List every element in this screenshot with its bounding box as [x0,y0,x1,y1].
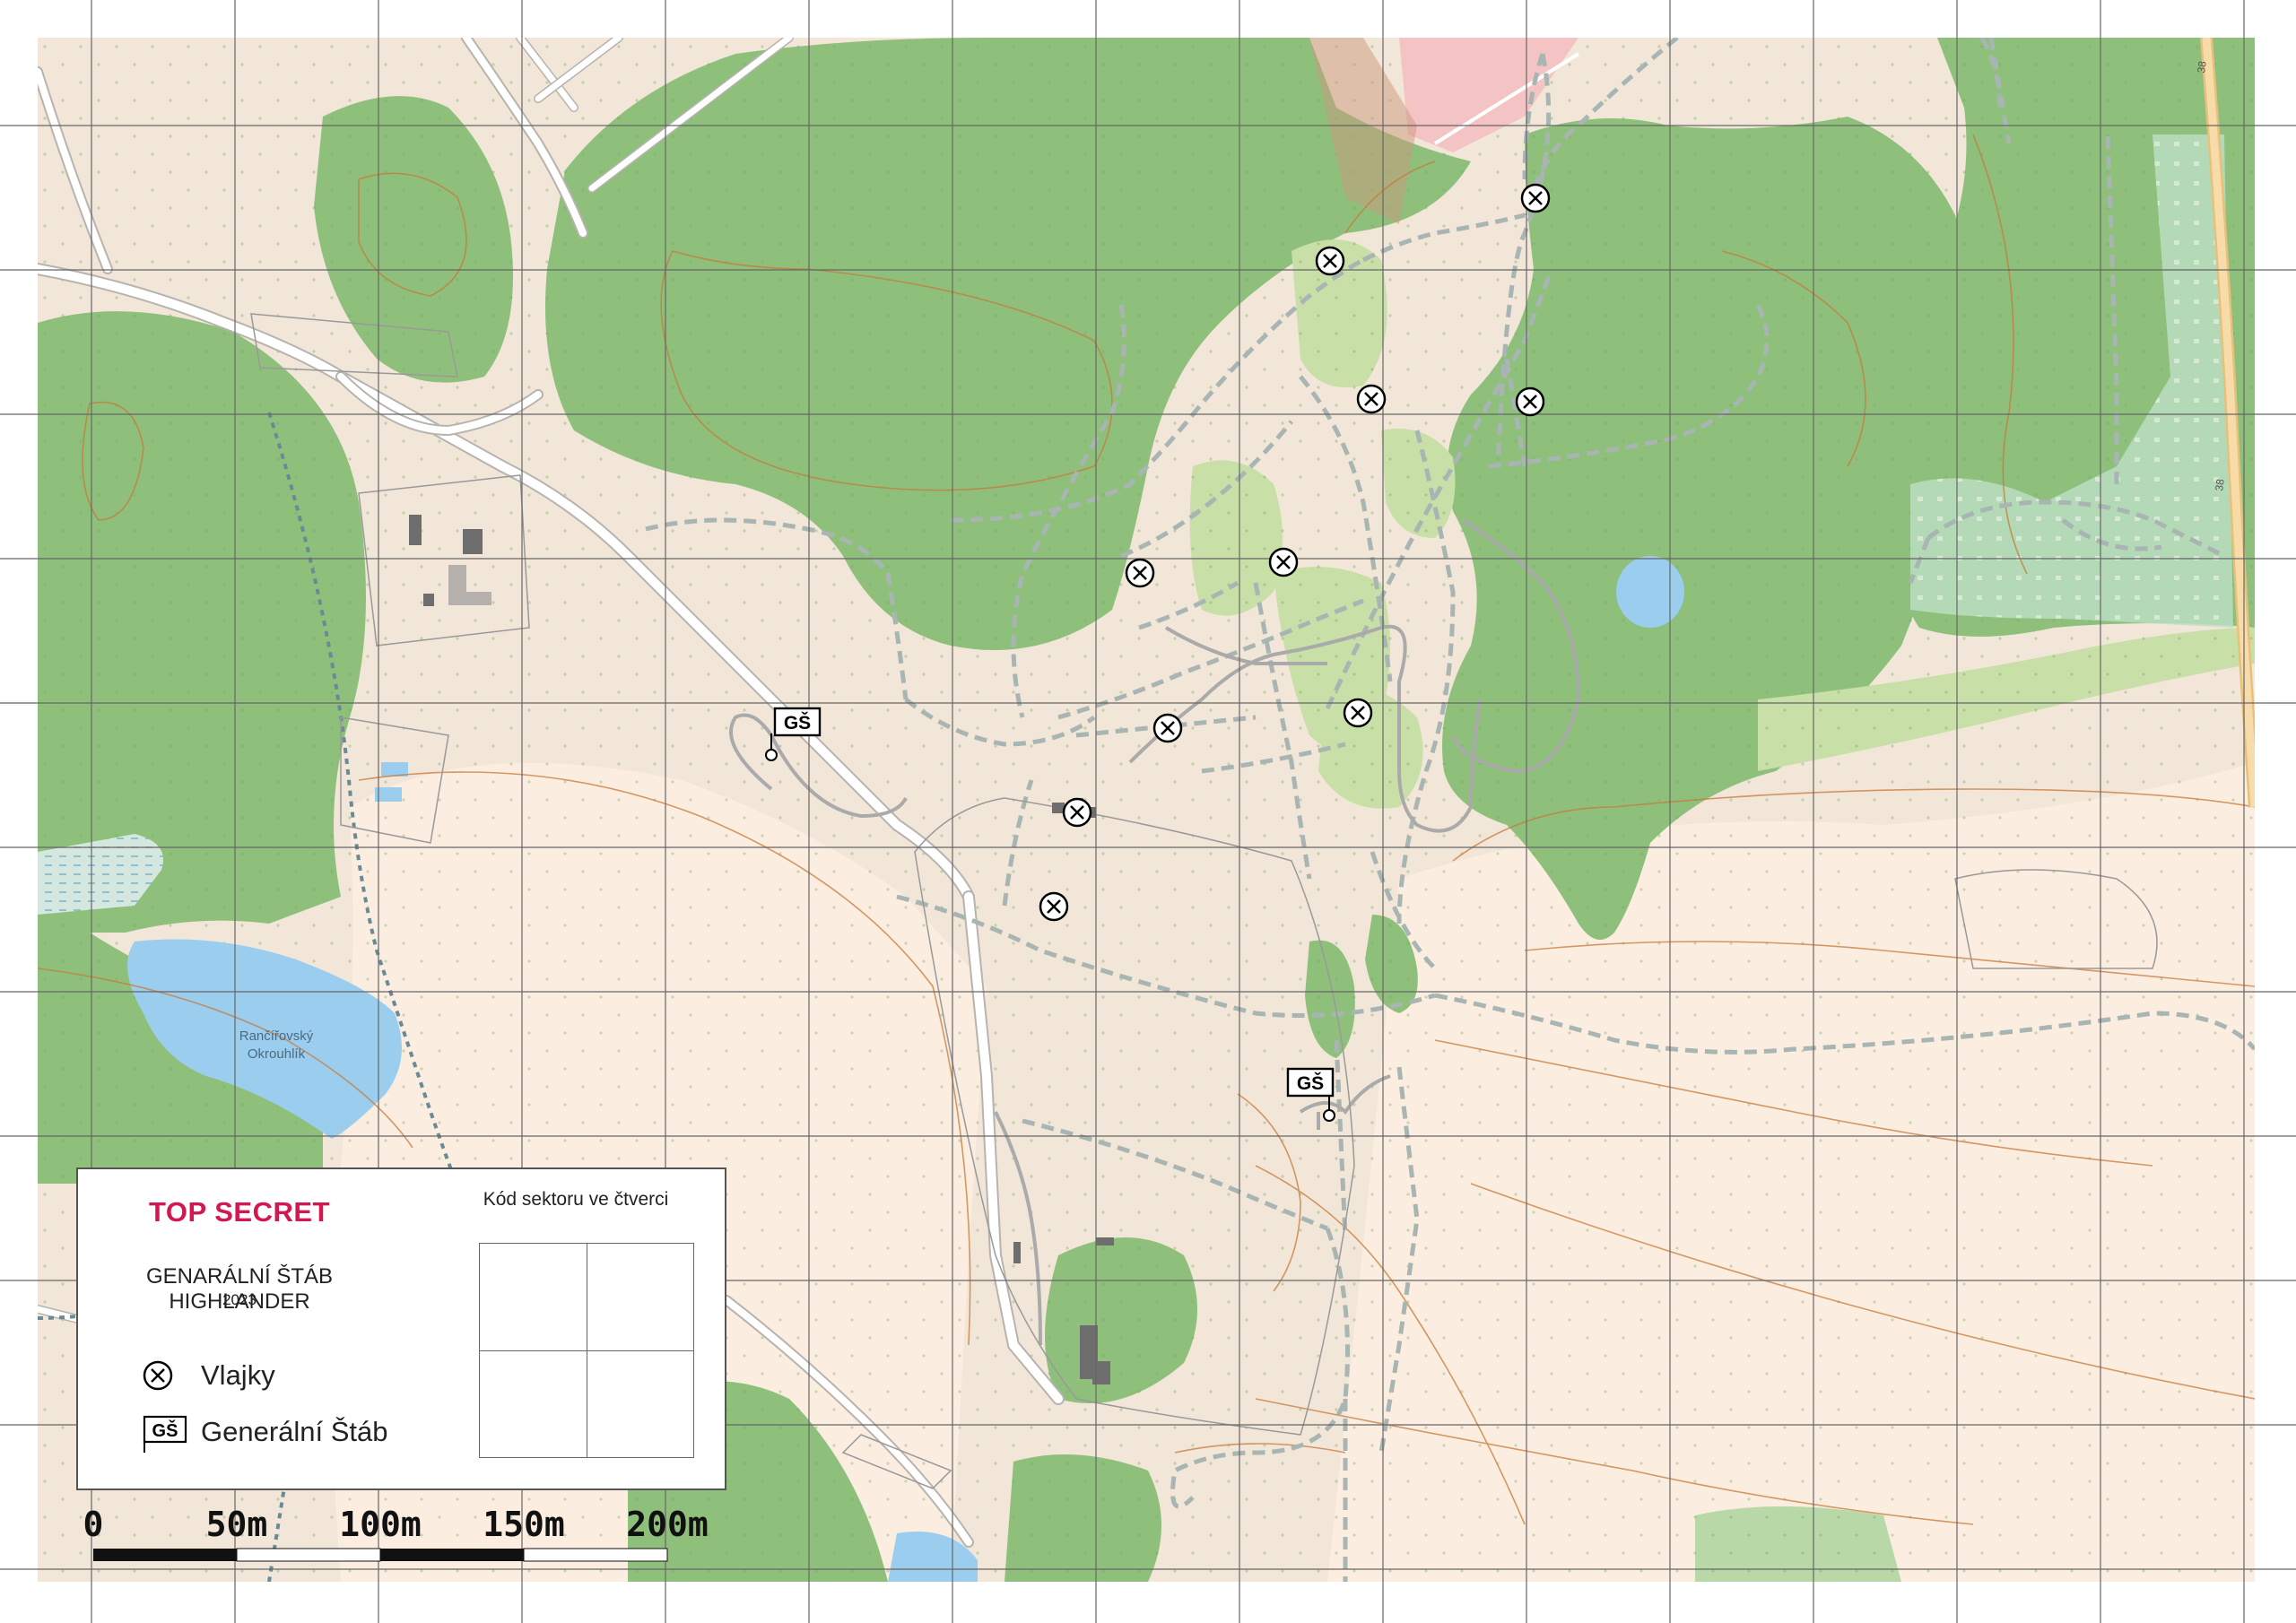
scale-label: 200m [626,1505,709,1544]
legend-item-label: Vlajky [201,1359,275,1391]
flag-marker-icon[interactable] [1520,183,1551,213]
road-number-label: 38 [2213,478,2227,491]
legend-title: TOP SECRET [149,1196,330,1228]
hq-icon-label: GŠ [152,1419,178,1441]
flag-marker-icon[interactable] [1039,891,1069,922]
map-legend: TOP SECRET GENARÁLNÍ ŠTÁB HIGHLANDER 202… [76,1167,726,1490]
flag-marker-icon[interactable] [1515,386,1545,417]
sector-code-title: Kód sektoru ve čtverci [483,1189,669,1210]
hq-flag-icon: GŠ [143,1415,187,1453]
map-sheet: Rančířovský Okrouhlík 38 38 GŠ GŠ 0 50m … [0,0,2296,1623]
flag-marker-icon[interactable] [1268,547,1299,577]
scale-segment-light [236,1548,381,1562]
legend-item-flags: Vlajky [136,1353,275,1398]
legend-item-label: Generální Štáb [201,1416,388,1447]
flag-marker-icon[interactable] [1062,797,1092,828]
sector-code-box [479,1243,694,1458]
scale-segment-dark [93,1549,237,1561]
scale-label: 50m [206,1505,268,1544]
flag-marker-icon[interactable] [1152,713,1183,743]
legend-item-hq: GŠ Generální Štáb [136,1410,388,1454]
scale-segment-dark [380,1549,524,1561]
flag-marker-icon[interactable] [1356,384,1387,414]
scale-label: 100m [339,1505,422,1544]
hq-label: GŠ [784,712,811,733]
scale-segment-light [523,1548,668,1562]
flag-marker-icon[interactable] [1125,558,1155,588]
flag-marker-icon[interactable] [1315,246,1345,276]
scale-label: 150m [483,1505,565,1544]
flag-marker-icon [143,1360,173,1391]
scale-label: 0 [83,1505,104,1544]
lake-label-line2: Okrouhlík [248,1046,306,1062]
road-number-label: 38 [2195,60,2209,74]
flag-marker-icon[interactable] [1343,698,1373,728]
legend-year: 2023 [222,1291,257,1308]
lake-label-line1: Rančířovský [239,1028,314,1044]
hq-label: GŠ [1297,1072,1324,1094]
